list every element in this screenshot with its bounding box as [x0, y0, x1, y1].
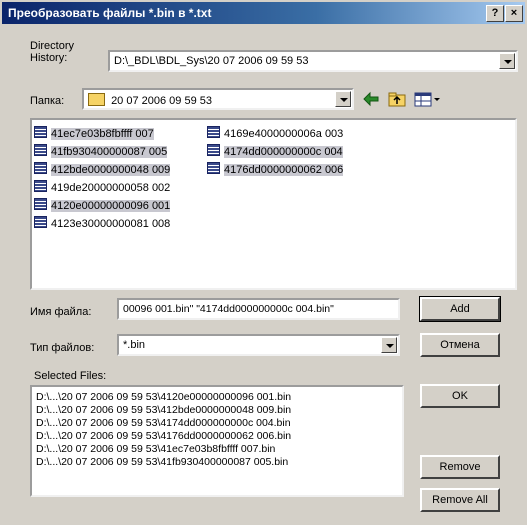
title-bar: Преобразовать файлы *.bin в *.txt ? × [2, 2, 525, 24]
directory-history-label-line1: Directory [30, 40, 75, 52]
file-icon [207, 144, 220, 156]
selected-file-item[interactable]: D:\...\20 07 2006 09 59 53\4176dd0000000… [36, 430, 402, 443]
back-arrow-icon[interactable] [360, 88, 382, 110]
selected-files-label: Selected Files: [34, 370, 107, 382]
folder-combo[interactable]: 20 07 2006 09 59 53 [82, 88, 354, 110]
remove-button[interactable]: Remove [420, 455, 500, 479]
file-item[interactable]: 4174dd000000000c 004 [207, 144, 343, 160]
filetype-label: Тип файлов: [30, 342, 95, 354]
folder-icon [88, 93, 105, 106]
selected-file-item[interactable]: D:\...\20 07 2006 09 59 53\4120e00000000… [36, 391, 402, 404]
selected-file-item[interactable]: D:\...\20 07 2006 09 59 53\4174dd0000000… [36, 417, 402, 430]
file-icon [34, 180, 47, 192]
folder-value: 20 07 2006 09 59 53 [111, 95, 212, 107]
file-icon [34, 162, 47, 174]
ok-button[interactable]: OK [420, 384, 500, 408]
directory-history-label-line2: History: [30, 52, 68, 64]
file-convert-dialog: Преобразовать файлы *.bin в *.txt ? × Di… [0, 0, 527, 525]
directory-history-combo[interactable]: D:\_BDL\BDL_Sys\20 07 2006 09 59 53 [108, 50, 518, 72]
help-button[interactable]: ? [486, 5, 504, 22]
filename-label: Имя файла: [30, 306, 92, 318]
file-item[interactable]: 4169e4000000006a 003 [207, 126, 343, 142]
filename-value: 00096 001.bin" "4174dd000000000c 004.bin… [123, 303, 334, 315]
file-icon [34, 126, 47, 138]
selected-file-item[interactable]: D:\...\20 07 2006 09 59 53\412bde0000000… [36, 404, 402, 417]
remove-all-button[interactable]: Remove All [420, 488, 500, 512]
chevron-down-icon[interactable] [381, 337, 397, 353]
chevron-down-icon[interactable] [499, 53, 515, 69]
file-item[interactable]: 4120e00000000096 001 [34, 198, 171, 214]
file-list[interactable]: 41ec7e03b8fbffff 007 41fb930400000087 00… [30, 118, 517, 290]
file-icon [207, 126, 220, 138]
file-icon [34, 216, 47, 228]
close-button[interactable]: × [505, 5, 523, 22]
filetype-value: *.bin [123, 339, 146, 351]
file-item[interactable]: 41ec7e03b8fbffff 007 [34, 126, 154, 142]
window-title: Преобразовать файлы *.bin в *.txt [8, 6, 212, 20]
filetype-select[interactable]: *.bin [117, 334, 400, 356]
file-icon [34, 198, 47, 210]
file-item[interactable]: 4176dd0000000062 006 [207, 162, 344, 178]
cancel-button[interactable]: Отмена [420, 333, 500, 357]
filename-input[interactable]: 00096 001.bin" "4174dd000000000c 004.bin… [117, 298, 400, 320]
file-item[interactable]: 412bde0000000048 009 [34, 162, 171, 178]
file-item[interactable]: 4123e30000000081 008 [34, 216, 170, 232]
file-icon [34, 144, 47, 156]
file-item[interactable]: 41fb930400000087 005 [34, 144, 168, 160]
file-item[interactable]: 419de20000000058 002 [34, 180, 170, 196]
add-button[interactable]: Add [419, 296, 501, 322]
file-icon [207, 162, 220, 174]
selected-files-list[interactable]: D:\...\20 07 2006 09 59 53\4120e00000000… [30, 385, 404, 497]
view-menu-icon[interactable] [412, 88, 442, 110]
directory-history-value: D:\_BDL\BDL_Sys\20 07 2006 09 59 53 [114, 55, 309, 67]
chevron-down-icon[interactable] [335, 91, 351, 107]
folder-up-icon[interactable] [386, 88, 408, 110]
selected-file-item[interactable]: D:\...\20 07 2006 09 59 53\41fb930400000… [36, 456, 402, 469]
directory-history-label: Directory History: [30, 40, 74, 64]
selected-file-item[interactable]: D:\...\20 07 2006 09 59 53\41ec7e03b8fbf… [36, 443, 402, 456]
folder-label: Папка: [30, 95, 65, 107]
